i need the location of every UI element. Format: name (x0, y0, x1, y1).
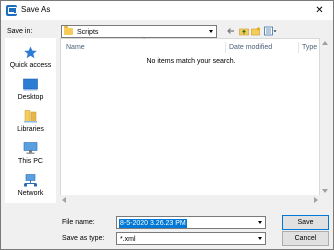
file-name-value: 8-5-2020 3.26.23 PM (119, 219, 187, 228)
column-header-date-modified[interactable]: Date modified (229, 44, 272, 51)
scroll-right-icon[interactable] (314, 197, 318, 203)
new-folder-icon[interactable] (251, 26, 261, 36)
back-arrow-icon[interactable] (226, 26, 236, 36)
place-libraries[interactable]: Libraries (5, 107, 56, 137)
place-label: Quick access (9, 62, 52, 69)
save-in-label: Save in: (7, 28, 33, 35)
save-app-icon (6, 5, 17, 16)
scroll-left-icon[interactable] (62, 197, 66, 203)
place-label: Desktop (17, 94, 44, 101)
column-separator[interactable] (225, 42, 226, 53)
vertical-scrollbar[interactable] (320, 38, 330, 196)
column-separator[interactable] (298, 42, 299, 53)
column-header-type[interactable]: Type (302, 44, 317, 51)
folder-icon (64, 26, 73, 35)
column-header-name[interactable]: Name (66, 44, 85, 51)
place-label: Network (17, 190, 44, 197)
save-as-dialog: Save As ✕ Save in: Scripts Quick access (0, 0, 334, 250)
desktop-icon (23, 78, 38, 91)
place-label: Libraries (17, 126, 44, 133)
save-button[interactable]: Save (282, 215, 329, 230)
title-bar: Save As ✕ (1, 1, 333, 20)
file-name-label: File name: (62, 219, 95, 226)
up-folder-icon[interactable] (239, 26, 249, 36)
close-button[interactable]: ✕ (307, 2, 332, 19)
chevron-down-icon[interactable] (256, 233, 265, 244)
network-icon (24, 174, 37, 187)
dialog-title: Save As (21, 5, 51, 14)
place-network[interactable]: Network (5, 171, 56, 201)
place-desktop[interactable]: Desktop (5, 75, 56, 105)
chevron-down-icon[interactable] (256, 217, 265, 228)
scroll-up-icon[interactable] (322, 41, 328, 45)
place-this-pc[interactable]: This PC (5, 139, 56, 169)
horizontal-scrollbar[interactable] (60, 195, 320, 204)
cancel-button[interactable]: Cancel (282, 231, 329, 246)
place-quick-access[interactable]: Quick access (5, 43, 56, 73)
save-as-type-value: *.xml (120, 236, 136, 243)
save-as-type-dropdown[interactable]: *.xml (116, 232, 266, 245)
chevron-down-icon[interactable] (207, 26, 216, 37)
save-in-dropdown[interactable]: Scripts (61, 25, 217, 38)
scroll-down-icon[interactable] (322, 189, 328, 193)
star-icon (24, 46, 37, 59)
file-list[interactable]: ^ Name Date modified Type No items match… (60, 37, 320, 203)
save-as-type-label: Save as type: (62, 235, 105, 242)
place-label: This PC (18, 158, 43, 165)
computer-icon (23, 142, 38, 154)
places-bar: Quick access Desktop Libraries This PC N… (5, 38, 56, 203)
save-in-location: Scripts (77, 29, 99, 36)
file-name-input[interactable]: 8-5-2020 3.26.23 PM (116, 216, 266, 229)
sort-caret-icon: ^ (142, 37, 145, 43)
view-menu-icon[interactable] (264, 26, 277, 36)
libraries-icon (24, 110, 37, 123)
empty-message: No items match your search. (146, 58, 236, 65)
